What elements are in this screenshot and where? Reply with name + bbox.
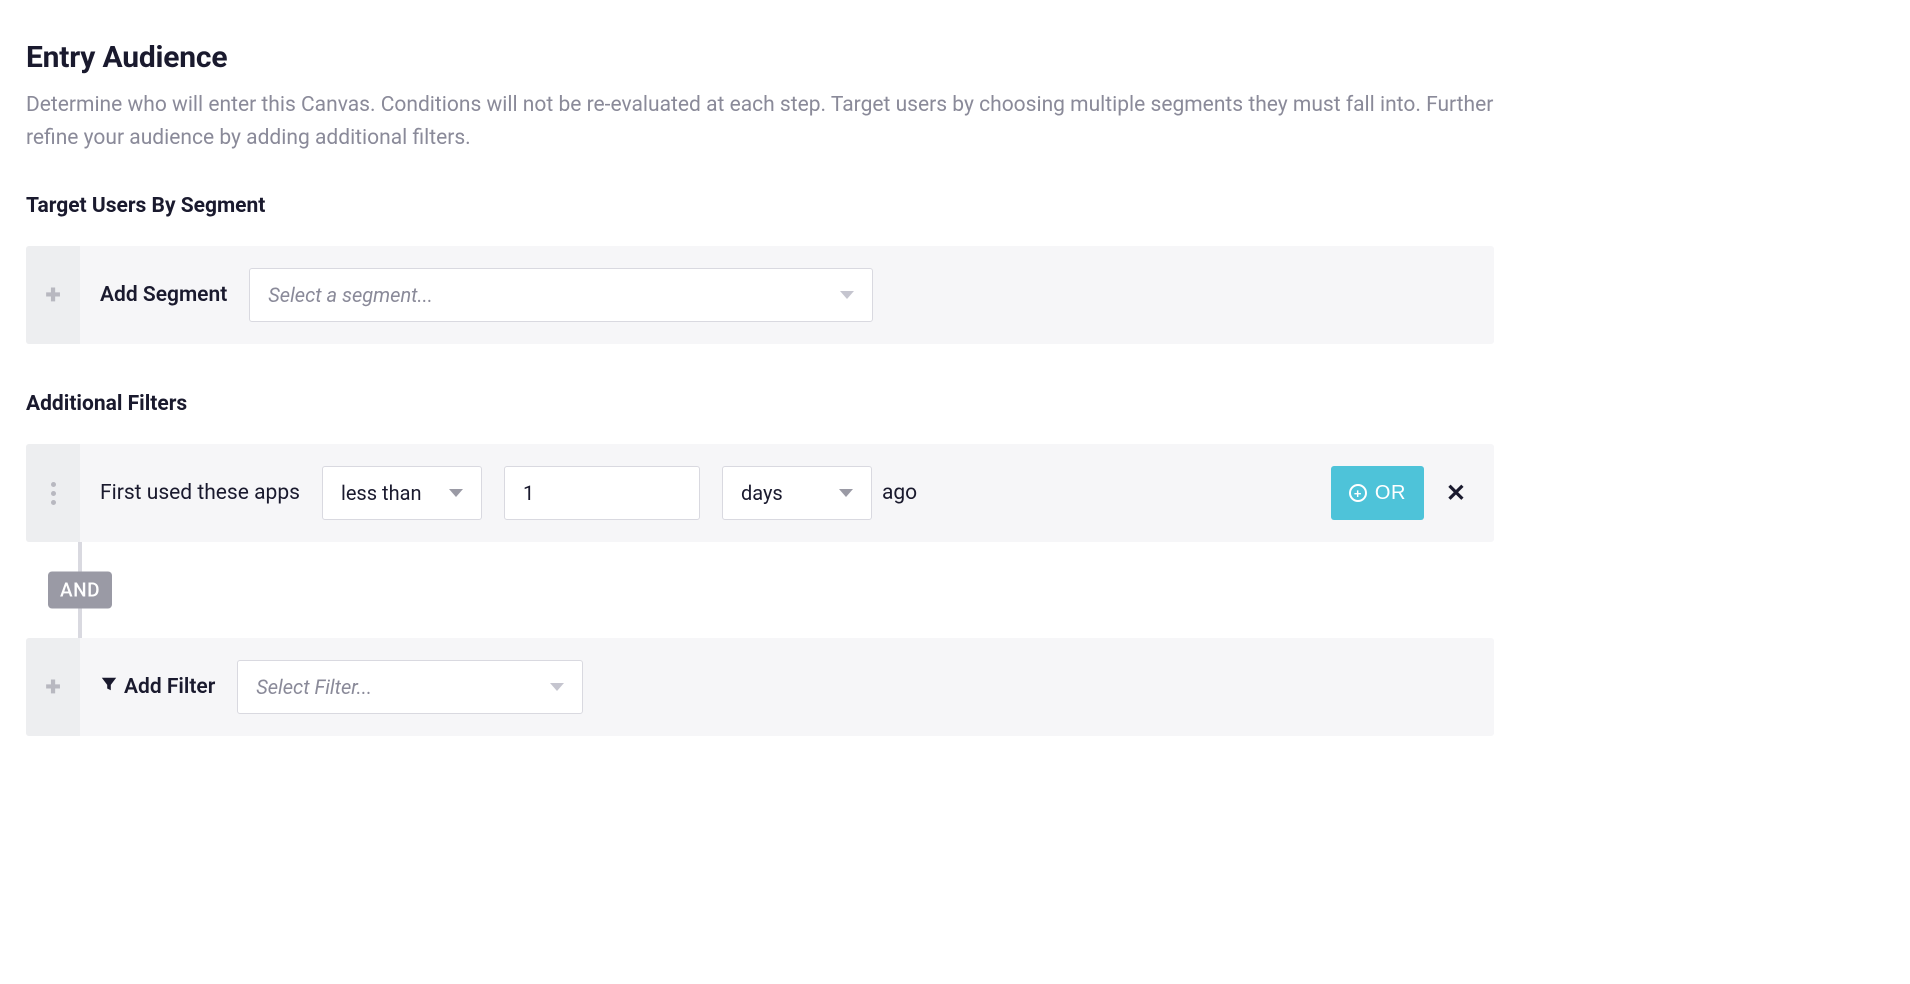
filter-row-body: First used these apps less than 1 days a… (80, 444, 1494, 542)
add-segment-body: Add Segment Select a segment... (80, 246, 1494, 344)
plus-icon: ✚ (45, 285, 60, 306)
add-filter-panel: ✚ Add Filter Select Filter... (26, 638, 1494, 736)
comparator-value: less than (341, 481, 422, 505)
unit-value: days (741, 481, 783, 505)
filter-row: First used these apps less than 1 days a… (26, 444, 1494, 542)
close-icon: ✕ (1446, 479, 1466, 507)
segments-section-title: Target Users By Segment (26, 194, 1494, 218)
remove-filter-button[interactable]: ✕ (1446, 479, 1474, 507)
chevron-down-icon (449, 489, 463, 497)
segment-select-placeholder: Select a segment... (268, 283, 433, 307)
plus-icon: ✚ (45, 677, 60, 698)
filters-section-title: Additional Filters (26, 392, 1494, 416)
add-segment-handle[interactable]: ✚ (26, 246, 80, 344)
add-segment-label: Add Segment (100, 283, 227, 307)
or-button[interactable]: + OR (1331, 466, 1424, 520)
filter-row-handle[interactable] (26, 444, 80, 542)
segment-select[interactable]: Select a segment... (249, 268, 873, 322)
page-description: Determine who will enter this Canvas. Co… (26, 89, 1494, 154)
value-input-text: 1 (523, 481, 534, 505)
add-filter-label: Add Filter (100, 675, 215, 699)
drag-handle-icon (51, 482, 56, 505)
page-title: Entry Audience (26, 40, 1494, 75)
add-segment-panel: ✚ Add Segment Select a segment... (26, 246, 1494, 344)
or-button-label: OR (1375, 482, 1406, 505)
add-filter-body: Add Filter Select Filter... (80, 638, 1494, 736)
chevron-down-icon (840, 291, 854, 299)
suffix-label: ago (882, 481, 917, 505)
add-filter-label-text: Add Filter (124, 675, 215, 699)
chevron-down-icon (839, 489, 853, 497)
and-pill: AND (48, 572, 112, 609)
plus-circle-icon: + (1349, 484, 1367, 502)
filter-select-placeholder: Select Filter... (256, 675, 372, 699)
filter-field-label: First used these apps (100, 481, 300, 505)
and-connector: AND (26, 542, 1494, 638)
chevron-down-icon (550, 683, 564, 691)
entry-audience-container: Entry Audience Determine who will enter … (0, 0, 1520, 776)
comparator-select[interactable]: less than (322, 466, 482, 520)
filter-select[interactable]: Select Filter... (237, 660, 583, 714)
add-filter-handle[interactable]: ✚ (26, 638, 80, 736)
unit-select[interactable]: days (722, 466, 872, 520)
funnel-icon (100, 675, 118, 699)
value-input[interactable]: 1 (504, 466, 700, 520)
